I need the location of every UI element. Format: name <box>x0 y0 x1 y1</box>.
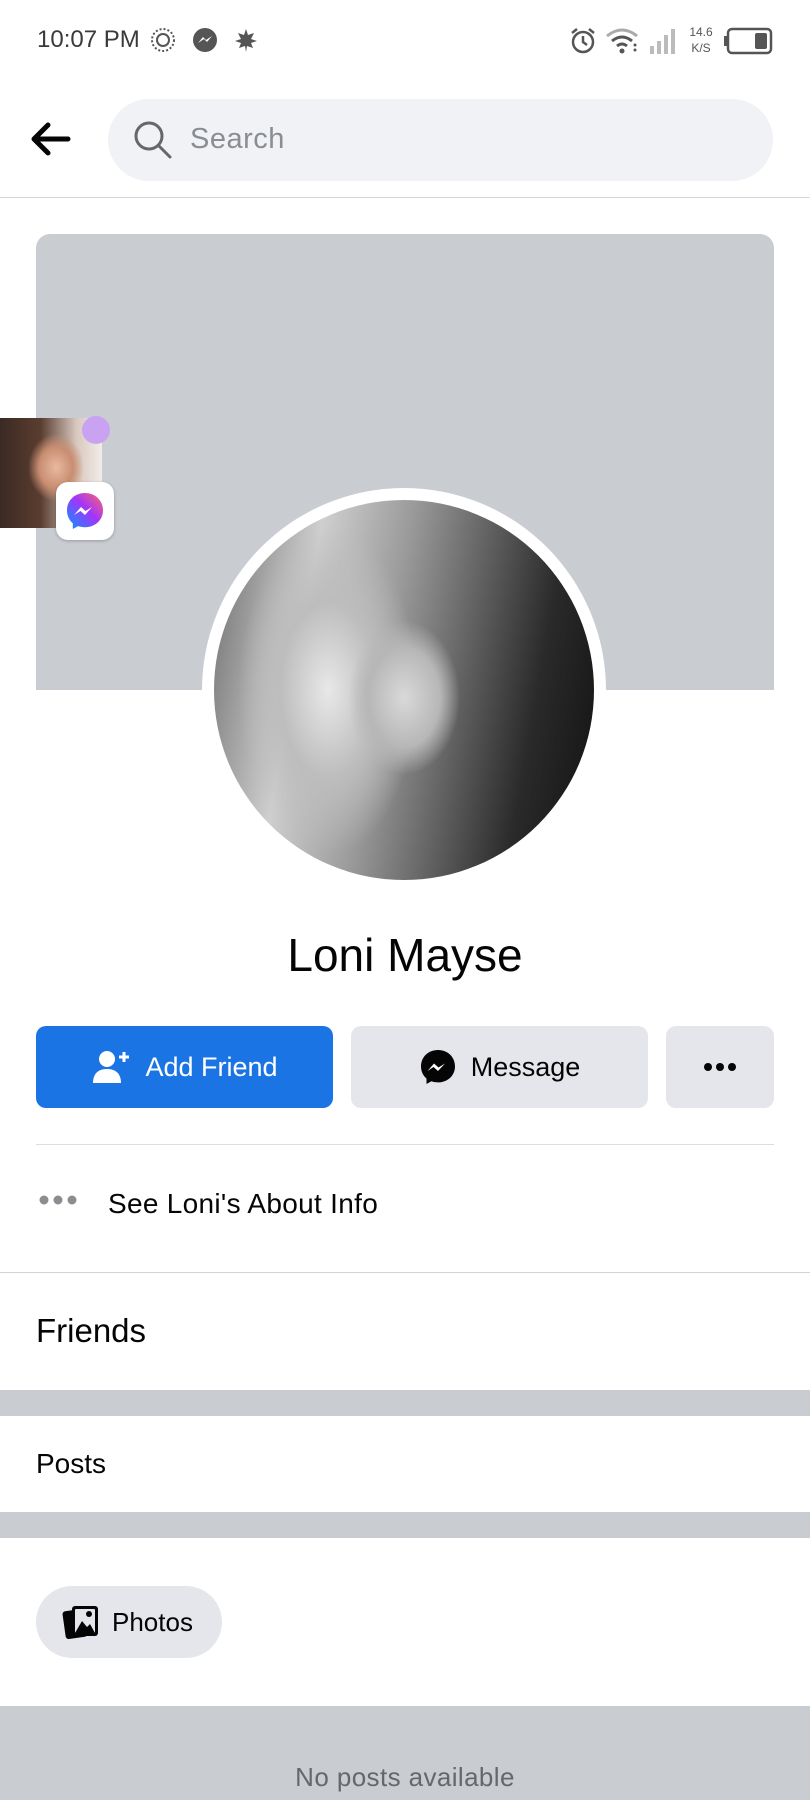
wifi-icon <box>606 28 638 54</box>
search-input[interactable]: Search <box>108 99 773 181</box>
signal-icon <box>650 29 675 54</box>
profile-avatar[interactable] <box>214 500 594 880</box>
message-label: Message <box>470 1051 581 1082</box>
search-placeholder: Search <box>190 123 285 155</box>
chat-head-bubble[interactable] <box>0 416 116 540</box>
add-friend-button[interactable]: Add Friend <box>36 1026 333 1108</box>
photos-label: Photos <box>112 1606 193 1637</box>
messenger-icon <box>420 1050 455 1084</box>
see-about-info-link[interactable]: See Loni's About Info <box>0 1168 810 1242</box>
add-friend-icon <box>93 1051 130 1083</box>
net-speed-value: 14.6 <box>689 25 713 39</box>
add-friend-label: Add Friend <box>145 1051 278 1082</box>
posts-section-title: Posts <box>36 1448 107 1479</box>
search-icon <box>134 121 172 159</box>
battery-icon <box>724 27 773 55</box>
more-icon <box>704 1063 736 1071</box>
chat-head-notification-dot <box>82 416 110 444</box>
net-speed: 14.6 K/S <box>684 24 718 56</box>
see-about-info-label: See Loni's About Info <box>108 1188 379 1219</box>
more-dots-icon <box>39 1195 77 1205</box>
status-bar: 10:07 PM 14.6 K/S <box>0 0 810 84</box>
no-posts-message: No posts available <box>295 1762 515 1792</box>
data-saver-icon <box>151 28 175 52</box>
messenger-badge <box>56 482 114 540</box>
divider <box>0 1272 810 1273</box>
photos-button[interactable]: Photos <box>36 1586 222 1658</box>
arrow-left-icon[interactable] <box>22 114 86 178</box>
messenger-logo-icon <box>67 493 103 529</box>
alarm-icon <box>571 28 595 54</box>
section-separator <box>0 1390 810 1416</box>
divider <box>36 1144 774 1145</box>
message-button[interactable]: Message <box>351 1026 648 1108</box>
net-speed-unit: K/S <box>691 41 711 55</box>
status-time: 10:07 PM <box>37 26 140 53</box>
friends-section-title: Friends <box>36 1312 147 1349</box>
messenger-icon <box>193 28 217 52</box>
photos-icon <box>62 1606 98 1640</box>
leaf-icon <box>235 29 257 52</box>
more-options-button[interactable] <box>666 1026 774 1108</box>
profile-name: Loni Mayse <box>287 929 523 981</box>
top-header: Search <box>0 84 810 198</box>
section-separator <box>0 1512 810 1538</box>
